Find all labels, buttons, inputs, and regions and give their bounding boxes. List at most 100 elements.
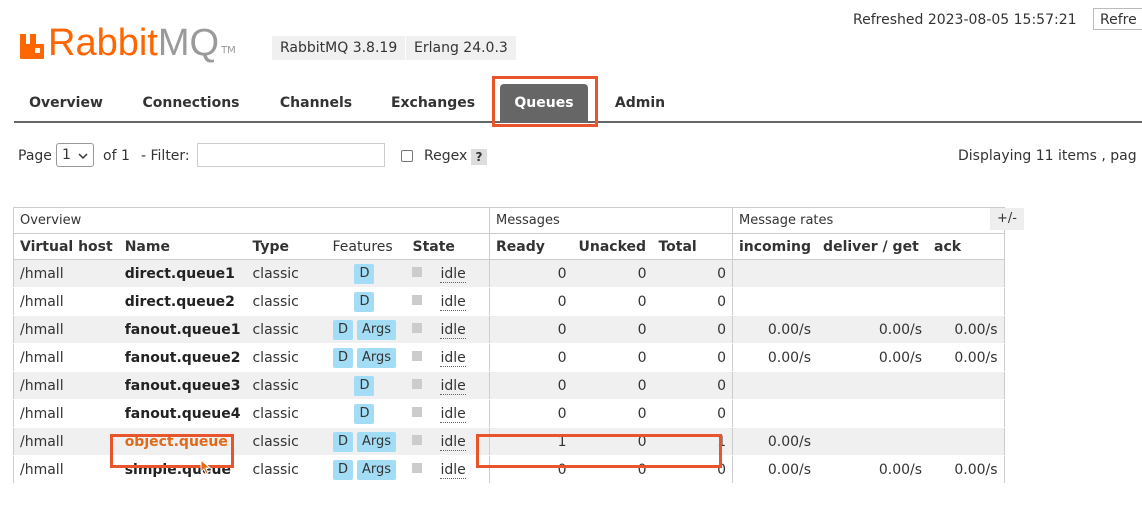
queue-type: classic bbox=[246, 399, 327, 428]
queue-features: D Args bbox=[326, 427, 407, 456]
state-idle-icon bbox=[412, 406, 423, 417]
msg-total: 0 bbox=[652, 259, 733, 288]
state-idle-icon bbox=[412, 294, 423, 305]
rate-deliver-get bbox=[817, 399, 929, 428]
queue-vhost: /hmall bbox=[12, 371, 119, 400]
rate-incoming bbox=[732, 259, 818, 288]
feature-durable-badge: D bbox=[354, 403, 375, 424]
refresh-button[interactable]: Refre bbox=[1093, 8, 1142, 30]
logo-trademark: TM bbox=[221, 45, 236, 56]
col-total[interactable]: Total bbox=[652, 233, 733, 260]
msg-unacked: 0 bbox=[572, 343, 653, 372]
queue-name-link[interactable]: fanout.queue2 bbox=[118, 343, 247, 372]
queue-name-link[interactable]: fanout.queue4 bbox=[118, 399, 247, 428]
rate-incoming: 0.00/s bbox=[732, 427, 818, 456]
queue-state: idle bbox=[406, 427, 490, 456]
queue-name-link[interactable]: fanout.queue1 bbox=[118, 315, 247, 344]
msg-total: 0 bbox=[652, 343, 733, 372]
queue-features: D bbox=[326, 259, 407, 288]
queue-state: idle bbox=[406, 343, 490, 372]
queue-features: D bbox=[326, 371, 407, 400]
col-ready[interactable]: Ready bbox=[489, 233, 573, 260]
rabbit-logo-icon bbox=[20, 34, 44, 59]
rabbitmq-logo: RabbitMQ TM bbox=[18, 18, 236, 62]
rate-incoming bbox=[732, 399, 818, 428]
rate-deliver-get bbox=[817, 287, 929, 316]
queue-features: D Args bbox=[326, 343, 407, 372]
queue-vhost: /hmall bbox=[12, 287, 119, 316]
queue-state: idle bbox=[406, 455, 490, 484]
regex-checkbox[interactable] bbox=[401, 150, 413, 162]
state-label: idle bbox=[440, 433, 466, 451]
queue-name-link[interactable]: object.queue bbox=[118, 427, 247, 456]
rate-incoming bbox=[732, 287, 818, 316]
queue-row: /hmall object.queue classic D Args idle 1 0 1 0.0… bbox=[12, 427, 1005, 456]
tab-overview[interactable]: Overview bbox=[18, 84, 114, 122]
tab-admin[interactable]: Admin bbox=[604, 84, 676, 122]
queue-state: idle bbox=[406, 315, 490, 344]
state-idle-icon bbox=[412, 462, 423, 473]
feature-durable-badge: D bbox=[332, 319, 353, 340]
queue-type: classic bbox=[246, 455, 327, 484]
filter-input[interactable] bbox=[197, 143, 385, 167]
queue-row: /hmall fanout.queue3 classic Didle 0 0 0 bbox=[12, 371, 1005, 400]
state-idle-icon bbox=[412, 322, 423, 333]
tab-exchanges[interactable]: Exchanges bbox=[380, 84, 486, 122]
col-unacked[interactable]: Unacked bbox=[572, 233, 653, 260]
queue-row: /hmall fanout.queue2 classic D Args idle 0 0 0 0.… bbox=[12, 343, 1005, 372]
rate-deliver-get: 0.00/s bbox=[817, 455, 929, 484]
tab-connections[interactable]: Connections bbox=[130, 84, 252, 122]
refreshed-timestamp: Refreshed 2023-08-05 15:57:21 bbox=[853, 12, 1077, 28]
tab-queues[interactable]: Queues bbox=[500, 84, 588, 122]
tab-channels[interactable]: Channels bbox=[268, 84, 364, 122]
page-select[interactable]: 1 bbox=[56, 143, 94, 167]
page-label: Page bbox=[18, 148, 52, 164]
rate-deliver-get: 0.00/s bbox=[817, 343, 929, 372]
queue-state: idle bbox=[406, 259, 490, 288]
feature-args-badge: Args bbox=[356, 319, 397, 340]
displaying-count: Displaying 11 items , pag bbox=[958, 148, 1137, 164]
state-label: idle bbox=[440, 405, 466, 423]
msg-unacked: 0 bbox=[572, 399, 653, 428]
queue-name-link[interactable]: simple.queue bbox=[118, 455, 247, 484]
feature-args-badge: Args bbox=[356, 459, 397, 480]
rate-incoming: 0.00/s bbox=[732, 343, 818, 372]
queue-row: /hmall fanout.queue4 classic Didle 0 0 0 bbox=[12, 399, 1005, 428]
col-incoming[interactable]: incoming bbox=[732, 233, 818, 260]
msg-ready: 0 bbox=[489, 399, 573, 428]
msg-ready: 0 bbox=[489, 315, 573, 344]
chevron-down-icon bbox=[78, 153, 88, 160]
col-virtual-host[interactable]: Virtual host bbox=[12, 233, 119, 260]
queues-table-body: /hmall direct.queue1 classic Didle 0 0 0/hmall… bbox=[12, 259, 1005, 484]
rate-ack: 0.00/s bbox=[928, 343, 1005, 372]
queue-name-link[interactable]: direct.queue1 bbox=[118, 259, 247, 288]
columns-toggle-button[interactable]: +/- bbox=[990, 208, 1024, 230]
queue-vhost: /hmall bbox=[12, 427, 119, 456]
group-overview: Overview bbox=[13, 207, 490, 234]
col-name[interactable]: Name bbox=[118, 233, 247, 260]
col-type[interactable]: Type bbox=[246, 233, 327, 260]
queue-name-link[interactable]: direct.queue2 bbox=[118, 287, 247, 316]
feature-args-badge: Args bbox=[356, 347, 397, 368]
col-ack[interactable]: ack bbox=[928, 233, 1005, 260]
queue-type: classic bbox=[246, 371, 327, 400]
col-features[interactable]: Features bbox=[326, 233, 407, 260]
msg-unacked: 0 bbox=[572, 455, 653, 484]
col-deliver-get[interactable]: deliver / get bbox=[817, 233, 929, 260]
queue-row: /hmall simple.queue classic D Args idle 0 0 0 0.0… bbox=[12, 455, 1005, 484]
queue-vhost: /hmall bbox=[12, 315, 119, 344]
help-button[interactable]: ? bbox=[471, 149, 487, 165]
group-messages: Messages bbox=[489, 207, 733, 234]
rate-incoming: 0.00/s bbox=[732, 315, 818, 344]
rate-deliver-get bbox=[817, 371, 929, 400]
queue-row: /hmall direct.queue1 classic Didle 0 0 0 bbox=[12, 259, 1005, 288]
rate-ack bbox=[928, 259, 1005, 288]
queue-name-link[interactable]: fanout.queue3 bbox=[118, 371, 247, 400]
msg-ready: 0 bbox=[489, 371, 573, 400]
state-label: idle bbox=[440, 293, 466, 311]
queue-vhost: /hmall bbox=[12, 455, 119, 484]
queue-type: classic bbox=[246, 315, 327, 344]
msg-total: 0 bbox=[652, 315, 733, 344]
col-state[interactable]: State bbox=[406, 233, 490, 260]
rate-ack: 0.00/s bbox=[928, 455, 1005, 484]
